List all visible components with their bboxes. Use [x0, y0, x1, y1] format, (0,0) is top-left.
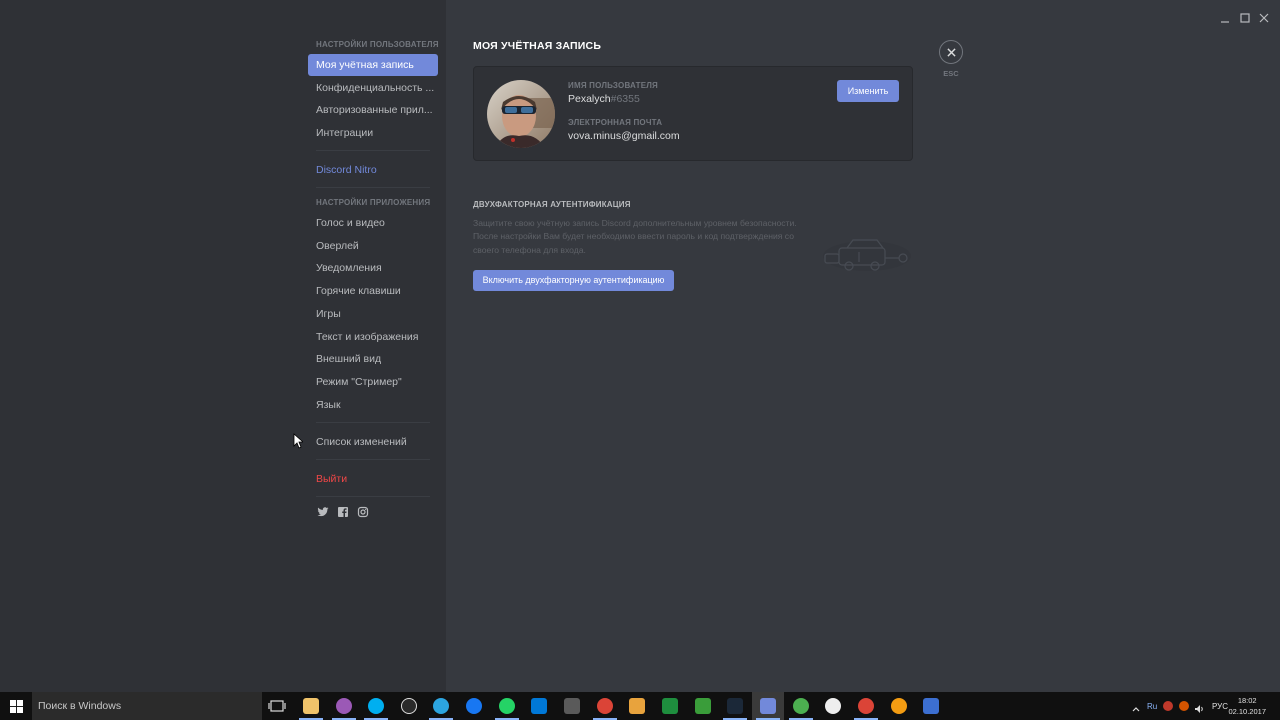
avatar[interactable]: [487, 80, 555, 148]
social-links: [308, 505, 438, 517]
start-button[interactable]: [0, 692, 32, 720]
messenger-icon[interactable]: [466, 698, 482, 714]
sidebar-item-discord-nitro[interactable]: Discord Nitro: [308, 159, 438, 181]
sidebar-item-my-account[interactable]: Моя учётная запись: [308, 54, 438, 76]
window-close-icon: [1259, 13, 1269, 23]
chrome-icon[interactable]: [593, 698, 617, 720]
sidebar-divider: [316, 187, 430, 189]
settings-content: Моя учётная запись Имя пользовател: [446, 0, 1280, 692]
maximize-icon: [1240, 13, 1250, 23]
twitter-icon[interactable]: [317, 505, 329, 517]
sidebar-item-voice-video[interactable]: Голос и видео: [308, 212, 438, 234]
keyboard-badge-text: Ru: [1147, 701, 1158, 711]
chrome-profile-icon[interactable]: [789, 698, 813, 720]
sidebar-item-changelog[interactable]: Список изменений: [308, 431, 438, 453]
chrome-second-icon[interactable]: [854, 698, 878, 720]
steam-icon[interactable]: [723, 698, 747, 720]
sidebar-divider: [316, 495, 430, 497]
skype-icon[interactable]: [364, 698, 388, 720]
instagram-icon[interactable]: [357, 505, 369, 517]
sidebar-item-streamer-mode[interactable]: Режим "Стример": [308, 371, 438, 393]
email-value: vova.minus@gmail.com: [568, 130, 680, 142]
spreadsheet-icon[interactable]: [662, 698, 678, 714]
enable-2fa-button[interactable]: Включить двухфакторную аутентификацию: [473, 270, 674, 291]
sidebar-item-overlay[interactable]: Оверлей: [308, 235, 438, 257]
email-label: Электронная почта: [568, 118, 663, 127]
user-settings-header: Настройки пользователя: [316, 40, 439, 49]
tray-chevron-up-icon[interactable]: [1131, 701, 1141, 712]
discriminator: #6355: [610, 93, 640, 105]
maximize-button[interactable]: [1237, 10, 1253, 26]
sidebar-item-privacy[interactable]: Конфиденциальность ...: [308, 77, 438, 99]
mouse-cursor-icon: [293, 433, 305, 449]
minimize-button[interactable]: [1217, 10, 1233, 26]
sidebar-item-authorized-apps[interactable]: Авторизованные прил...: [308, 99, 438, 121]
sidebar-item-notifications[interactable]: Уведомления: [308, 257, 438, 279]
sublime-text-icon[interactable]: [629, 698, 645, 714]
calculator-icon[interactable]: [564, 698, 580, 714]
sidebar-divider: [316, 150, 430, 152]
minimize-icon: [1221, 21, 1229, 23]
windows-logo-icon: [9, 699, 23, 713]
sidebar-item-appearance[interactable]: Внешний вид: [308, 348, 438, 370]
taskbar-search-input[interactable]: Поиск в Windows: [32, 692, 262, 720]
slack-icon[interactable]: [401, 698, 417, 714]
esc-label: ESC: [943, 69, 959, 78]
viber-icon[interactable]: [332, 698, 356, 720]
volume-icon[interactable]: [1194, 701, 1204, 713]
username-label: Имя пользователя: [568, 81, 658, 90]
settings-sidebar: Настройки пользователя Моя учётная запис…: [0, 0, 446, 692]
sidebar-item-text-images[interactable]: Текст и изображения: [308, 326, 438, 348]
sidebar-item-keybinds[interactable]: Горячие клавиши: [308, 280, 438, 302]
sidebar-item-integrations[interactable]: Интеграции: [308, 122, 438, 144]
taskbar-clock[interactable]: 18:02 02.10.2017: [1228, 695, 1266, 717]
edit-account-button[interactable]: Изменить: [837, 80, 899, 102]
tfa-header: Двухфакторная аутентификация: [473, 200, 631, 209]
clock-time: 18:02: [1237, 696, 1257, 705]
antivirus-tray-icon[interactable]: [1163, 701, 1173, 711]
evernote-icon[interactable]: [695, 698, 711, 714]
tfa-description: Защитите свою учётную запись Discord доп…: [473, 218, 797, 255]
sidebar-nav: Настройки пользователя Моя учётная запис…: [308, 38, 439, 517]
keyboard-layout-badge[interactable]: Ru: [1147, 692, 1157, 720]
sidebar-item-games[interactable]: Игры: [308, 303, 438, 325]
facebook-icon[interactable]: [337, 505, 349, 517]
itunes-icon[interactable]: [825, 698, 841, 714]
clock-date: 02.10.2017: [1228, 707, 1266, 716]
telegram-icon[interactable]: [429, 698, 453, 720]
username-value: Pexalych#6355: [568, 93, 640, 105]
yandex-tray-icon[interactable]: [1179, 701, 1189, 711]
language-text: РУС: [1212, 701, 1229, 711]
input-language[interactable]: РУС: [1212, 692, 1228, 720]
remote-desktop-icon[interactable]: [923, 698, 939, 714]
sidebar-item-language[interactable]: Язык: [308, 394, 438, 416]
task-view-icon[interactable]: [268, 699, 286, 713]
app-settings-header: Настройки приложения: [316, 198, 431, 208]
username: Pexalych: [568, 93, 611, 105]
tfa-illustration: [819, 232, 915, 274]
browser-icon[interactable]: [891, 698, 907, 714]
logout-button[interactable]: Выйти: [308, 468, 438, 490]
trello-icon[interactable]: [531, 698, 547, 714]
close-icon: [946, 47, 956, 57]
file-explorer-icon[interactable]: [299, 698, 323, 720]
close-button[interactable]: [939, 40, 963, 64]
window-close-button[interactable]: [1256, 10, 1272, 26]
sidebar-divider: [316, 458, 430, 460]
discord-icon[interactable]: [756, 698, 780, 720]
close-settings: ESC: [939, 40, 963, 78]
windows-taskbar: Поиск в Windows Ru РУС 18:02 02.10.2017: [0, 692, 1280, 720]
sidebar-divider: [316, 421, 430, 423]
account-card: Имя пользователя Pexalych#6355 Электронн…: [473, 66, 913, 161]
whatsapp-icon[interactable]: [495, 698, 519, 720]
page-title: Моя учётная запись: [473, 40, 602, 52]
